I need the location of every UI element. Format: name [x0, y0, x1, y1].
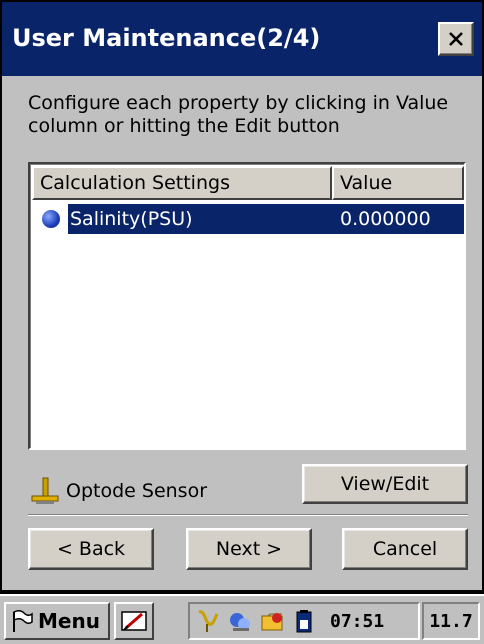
sensor-label: Optode Sensor [66, 480, 208, 502]
battery-icon[interactable] [290, 607, 318, 635]
row-name: Salinity(PSU) [70, 208, 193, 230]
sensor-icon [31, 477, 59, 504]
user-maintenance-window: User Maintenance(2/4) Configure each pro… [0, 0, 484, 592]
cable-icon[interactable] [194, 607, 222, 635]
window-title: User Maintenance(2/4) [12, 24, 321, 52]
list-header: Calculation Settings Value [32, 166, 464, 200]
taskbar: Menu 07:51 11.7 [0, 594, 484, 644]
blue-dot-icon [42, 210, 60, 228]
title-bar: User Maintenance(2/4) [2, 2, 482, 76]
close-button[interactable] [438, 22, 474, 56]
back-button[interactable]: < Back [28, 528, 154, 570]
settings-list[interactable]: Calculation Settings Value Salinity(PSU)… [28, 162, 466, 450]
input-panel-button[interactable] [114, 602, 154, 640]
column-header-calculation-settings[interactable]: Calculation Settings [32, 166, 332, 200]
row-value[interactable]: 0.000000 [340, 204, 431, 234]
network-icon[interactable] [226, 607, 254, 635]
list-row-salinity[interactable]: Salinity(PSU) 0.000000 [68, 204, 464, 234]
column-header-value[interactable]: Value [332, 166, 464, 200]
instructions-text: Configure each property by clicking in V… [28, 92, 449, 137]
system-tray: 07:51 [188, 602, 420, 640]
view-edit-button[interactable]: View/Edit [302, 464, 468, 504]
start-flag-icon [13, 609, 33, 632]
next-button[interactable]: Next > [186, 528, 312, 570]
cancel-button[interactable]: Cancel [342, 528, 468, 570]
keyboard-pen-icon [121, 611, 147, 631]
status-value[interactable]: 11.7 [422, 602, 480, 640]
menu-label: Menu [38, 609, 100, 633]
separator [28, 514, 468, 516]
clock-time[interactable]: 07:51 [330, 611, 384, 632]
start-menu-button[interactable]: Menu [4, 602, 110, 640]
folder-sync-icon[interactable] [258, 607, 286, 635]
close-icon [449, 32, 463, 46]
